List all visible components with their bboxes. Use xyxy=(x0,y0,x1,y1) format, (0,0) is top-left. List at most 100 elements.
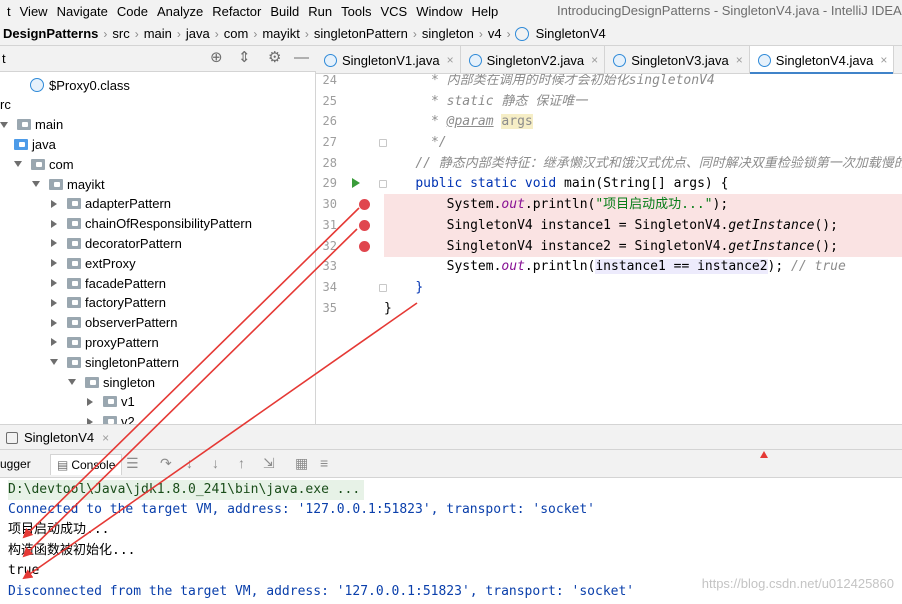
breadcrumb-item[interactable]: java xyxy=(183,26,213,41)
tree-item[interactable]: singleton xyxy=(68,372,155,392)
menu-item-build[interactable]: Build xyxy=(270,4,299,19)
code-line-32[interactable]: SingletonV4 instance2 = SingletonV4.getI… xyxy=(384,236,902,257)
breadcrumb-item[interactable]: DesignPatterns xyxy=(0,26,101,41)
tab-singletonv1-java[interactable]: SingletonV1.java × xyxy=(316,46,461,74)
code-line-34[interactable]: } xyxy=(384,277,902,298)
breadcrumb-item[interactable]: v4 xyxy=(485,26,505,41)
menu-item-navigate[interactable]: Navigate xyxy=(57,4,108,19)
run-icon[interactable] xyxy=(352,178,360,188)
tab-console[interactable]: ▤ Console xyxy=(50,454,123,475)
close-icon[interactable]: × xyxy=(102,431,109,445)
chevron-right-icon[interactable] xyxy=(51,199,57,208)
tree-item[interactable]: main xyxy=(0,115,63,135)
menu-item-tools[interactable]: Tools xyxy=(341,4,371,19)
tree-item[interactable]: rc xyxy=(0,95,11,115)
force-step-into-icon[interactable]: ↓ xyxy=(212,455,219,471)
tree-item[interactable]: $Proxy0.class xyxy=(30,75,130,95)
tree-item[interactable]: com xyxy=(14,154,74,174)
tree-item[interactable]: v1 xyxy=(86,392,135,412)
code-editor[interactable]: 24 25 26 27 28 29 30 31 32 33 34 35 * 内部类在调用的时候才会初始… xyxy=(316,74,902,424)
run-to-cursor-icon[interactable]: ⇲ xyxy=(263,455,275,472)
close-icon[interactable]: × xyxy=(880,53,887,67)
code-line-27[interactable]: */ xyxy=(384,132,902,153)
tree-item[interactable]: observerPattern xyxy=(50,313,178,333)
breadcrumb-item[interactable]: src xyxy=(109,26,132,41)
breadcrumb-item[interactable]: SingletonV4 xyxy=(533,26,609,41)
code-line-29[interactable]: public static void main(String[] args) { xyxy=(384,173,902,194)
chevron-down-icon[interactable] xyxy=(50,359,58,366)
tree-item[interactable]: chainOfResponsibilityPattern xyxy=(50,214,252,234)
breakpoint-icon[interactable] xyxy=(359,241,370,252)
tab-label: SingletonV1.java xyxy=(342,52,440,68)
chevron-right-icon[interactable] xyxy=(51,219,57,228)
tree-item[interactable]: adapterPattern xyxy=(50,194,171,214)
code-line-33[interactable]: System.out.println(instance1 == instance… xyxy=(384,256,902,277)
close-icon[interactable]: × xyxy=(736,53,743,67)
tab-singletonv4-java[interactable]: SingletonV4.java × xyxy=(749,46,895,75)
close-icon[interactable]: × xyxy=(591,53,598,67)
code-line-25[interactable]: * static 静态 保证唯一 xyxy=(384,91,902,112)
tree-item[interactable]: extProxy xyxy=(50,253,136,273)
menu-item-t[interactable]: t xyxy=(7,4,11,19)
menu-item-help[interactable]: Help xyxy=(471,4,498,19)
tab-singletonv3-java[interactable]: SingletonV3.java × xyxy=(605,46,750,74)
tree-item[interactable]: v2 xyxy=(86,412,135,424)
chevron-right-icon[interactable] xyxy=(51,279,57,287)
gear-icon[interactable]: ⚙ xyxy=(268,50,281,66)
code-line-24[interactable]: * 内部类在调用的时候才会初始化singletonV4 xyxy=(384,74,902,91)
menu-item-view[interactable]: View xyxy=(20,4,48,19)
locate-icon[interactable]: ⊕ xyxy=(210,50,223,66)
trace-icon[interactable]: ≡ xyxy=(320,455,328,471)
chevron-right-icon[interactable] xyxy=(51,338,57,347)
menu-item-run[interactable]: Run xyxy=(308,4,332,19)
code-line-26[interactable]: * @param args xyxy=(384,111,902,132)
menu-item-vcs[interactable]: VCS xyxy=(381,4,408,19)
editor-gutter[interactable]: 24 25 26 27 28 29 30 31 32 33 34 35 xyxy=(316,74,387,424)
menu-item-refactor[interactable]: Refactor xyxy=(212,4,261,19)
tab-singletonv2-java[interactable]: SingletonV2.java × xyxy=(461,46,606,74)
step-into-icon[interactable]: ↓ xyxy=(186,455,193,471)
chevron-down-icon[interactable] xyxy=(68,379,76,385)
tree-item[interactable]: facadePattern xyxy=(50,273,166,293)
chevron-right-icon[interactable] xyxy=(51,259,57,268)
breadcrumb-item[interactable]: main xyxy=(141,26,175,41)
code-line-35[interactable]: } xyxy=(384,298,902,319)
chevron-down-icon[interactable] xyxy=(32,181,40,187)
tree-item[interactable]: java xyxy=(14,134,56,154)
tree-item[interactable]: singletonPattern xyxy=(50,352,179,372)
code-line-30[interactable]: System.out.println("项目启动成功..."); xyxy=(384,194,902,215)
chevron-down-icon[interactable] xyxy=(0,121,8,128)
chevron-right-icon[interactable] xyxy=(51,298,57,307)
code-line-28[interactable]: // 静态内部类特征：继承懒汉式和饿汉式优点、同时解决双重检验锁第一次加载慢的 xyxy=(384,153,902,174)
chevron-right-icon[interactable] xyxy=(51,239,57,248)
breadcrumb-item[interactable]: com xyxy=(221,26,252,41)
menu-item-window[interactable]: Window xyxy=(416,4,462,19)
breadcrumb-item[interactable]: singleton xyxy=(419,26,477,41)
tree-item[interactable]: mayikt xyxy=(32,174,105,194)
tab-debugger[interactable]: ugger xyxy=(0,457,31,471)
tree-item[interactable]: decoratorPattern xyxy=(50,233,182,253)
chevron-right-icon[interactable] xyxy=(51,318,57,327)
step-over-icon[interactable]: ↷ xyxy=(160,455,172,472)
code-line-31[interactable]: SingletonV4 instance1 = SingletonV4.getI… xyxy=(384,215,902,236)
menu-icon[interactable]: ☰ xyxy=(126,455,139,472)
collapse-all-icon[interactable]: ⇕ xyxy=(238,50,251,66)
console-line: D:\devtool\Java\jdk1.8.0_241\bin\java.ex… xyxy=(8,480,365,500)
breakpoint-icon[interactable] xyxy=(359,199,370,210)
menu-item-analyze[interactable]: Analyze xyxy=(157,4,203,19)
console-output[interactable]: https://blog.csdn.net/u012425860 D:\devt… xyxy=(0,478,902,604)
evaluate-expression-icon[interactable]: ▦ xyxy=(295,455,308,472)
hide-panel-icon[interactable]: — xyxy=(294,50,309,66)
breakpoint-icon[interactable] xyxy=(359,220,370,231)
tree-item[interactable]: proxyPattern xyxy=(50,332,159,352)
chevron-down-icon[interactable] xyxy=(14,161,22,168)
class-icon xyxy=(757,53,771,67)
breadcrumb-item[interactable]: mayikt xyxy=(259,26,303,41)
close-icon[interactable]: × xyxy=(447,53,454,67)
step-out-icon[interactable]: ↑ xyxy=(238,455,245,471)
tree-item[interactable]: factoryPattern xyxy=(50,293,166,313)
breadcrumb-item[interactable]: singletonPattern xyxy=(311,26,411,41)
menu-item-code[interactable]: Code xyxy=(117,4,148,19)
chevron-right-icon[interactable] xyxy=(87,397,93,406)
run-tab[interactable]: SingletonV4 × xyxy=(6,430,109,445)
